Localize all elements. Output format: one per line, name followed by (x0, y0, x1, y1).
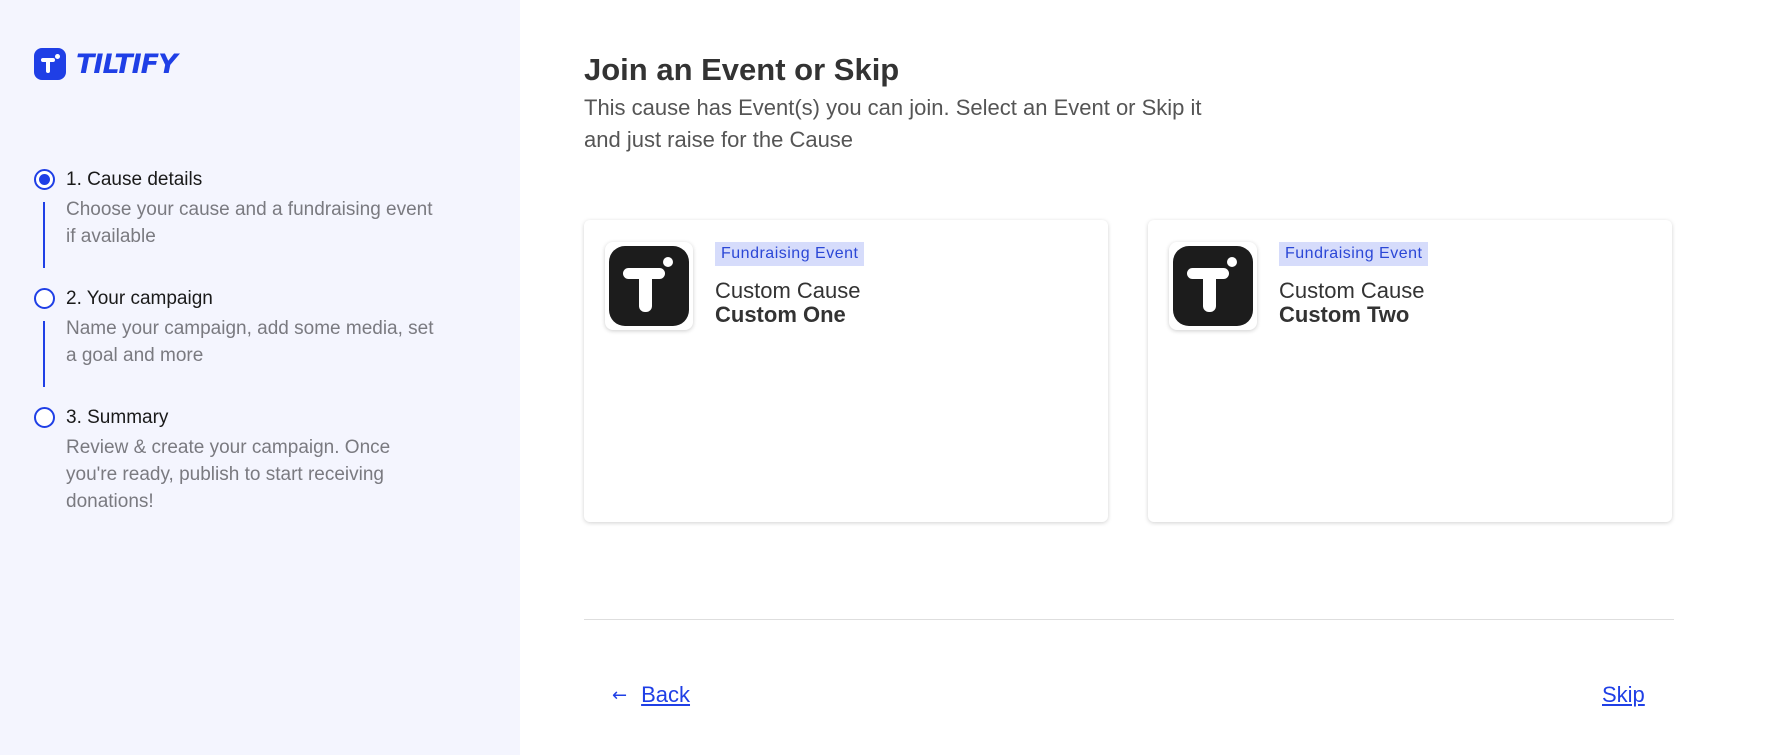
tiltify-logo-icon (609, 246, 689, 326)
event-name: Custom Two (1279, 302, 1410, 327)
event-cause-name: Custom Cause (1279, 278, 1425, 303)
page-title: Join an Event or Skip (584, 52, 900, 87)
back-label: Back (641, 682, 691, 707)
brand-logo[interactable]: TILTIFY (34, 48, 178, 80)
brand-name: TILTIFY (76, 48, 178, 80)
event-type-badge: Fundraising Event (715, 242, 865, 266)
sidebar: TILTIFY 1. Cause details Choose your cau… (0, 0, 520, 755)
event-logo (1169, 242, 1257, 330)
step-indicator-active (34, 169, 55, 190)
step-indicator (34, 407, 55, 428)
step-connector (43, 202, 45, 268)
step-indicator (34, 288, 55, 309)
event-type-badge: Fundraising Event (1279, 242, 1429, 266)
step-description: Review & create your campaign. Once you'… (66, 437, 391, 512)
event-card-custom-one[interactable]: Fundraising Event Custom Cause Custom On… (584, 220, 1108, 522)
event-card-custom-two[interactable]: Fundraising Event Custom Cause Custom Tw… (1148, 220, 1672, 522)
tiltify-logo-icon (1173, 246, 1253, 326)
step-connector (43, 321, 45, 387)
step-title: 2. Your campaign (66, 288, 213, 309)
event-cause-name: Custom Cause (715, 278, 861, 303)
arrow-left-icon: ← (612, 684, 628, 706)
skip-button[interactable]: Skip (1602, 682, 1645, 708)
back-button[interactable]: ← Back (612, 682, 690, 708)
step-title: 3. Summary (66, 407, 169, 428)
step-description: Choose your cause and a fundraising even… (66, 199, 433, 247)
step-title: 1. Cause details (66, 169, 203, 190)
tiltify-logo-icon (34, 48, 66, 80)
step-description: Name your campaign, add some media, set … (66, 318, 434, 366)
page-subtitle: This cause has Event(s) you can join. Se… (584, 95, 1202, 152)
event-logo (605, 242, 693, 330)
footer-divider (584, 619, 1674, 620)
event-name: Custom One (715, 302, 846, 327)
